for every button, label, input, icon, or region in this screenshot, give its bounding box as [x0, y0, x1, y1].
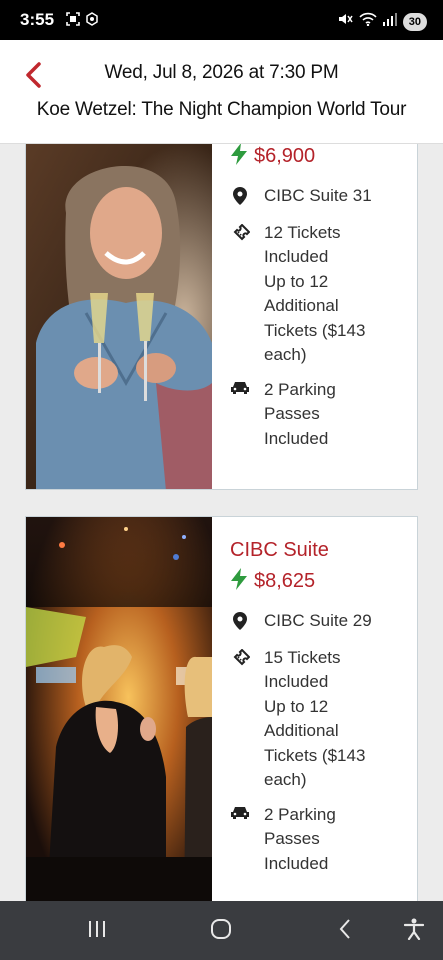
listing-location: CIBC Suite 29 [264, 611, 372, 630]
event-title: Koe Wetzel: The Night Champion World Tou… [36, 99, 407, 120]
location-pin-icon [230, 184, 250, 205]
listings-scroll[interactable]: $6,900 CIBC Suite 31 12 Tickets Included… [0, 144, 443, 901]
screenshot-icon [66, 12, 80, 26]
tickets-line: each) [264, 345, 307, 364]
listing-photo [26, 517, 212, 901]
tickets-line: 15 Tickets [264, 647, 341, 667]
car-icon [230, 803, 250, 820]
car-icon [230, 378, 250, 395]
accessibility-button[interactable] [394, 916, 434, 946]
home-icon [210, 918, 232, 945]
lightning-icon [230, 144, 248, 170]
parking-line: Passes [264, 404, 320, 423]
listing-price: $8,625 [254, 570, 316, 592]
suite-name: CIBC Suite [230, 539, 329, 561]
system-navigation-bar [0, 901, 443, 960]
ticket-icon [230, 221, 250, 244]
wifi-icon [359, 12, 377, 31]
lightning-icon [230, 568, 248, 595]
accessibility-icon [403, 918, 425, 945]
parking-line: 2 Parking [264, 379, 336, 399]
tickets-line: Included [264, 672, 329, 691]
back-nav-button[interactable] [325, 916, 365, 946]
back-arrow-icon [338, 918, 352, 945]
battery-indicator: 30 [402, 12, 427, 31]
tickets-line: Additional [264, 296, 339, 315]
ticket-icon [230, 646, 250, 669]
recent-apps-button[interactable] [77, 916, 117, 946]
location-pin-icon [230, 609, 250, 630]
parking-line: Included [264, 428, 329, 448]
suite-listing-card[interactable]: CIBC Suite $8,625 CIBC Suite 29 15 Ticke… [25, 516, 418, 901]
app-notification-icon [86, 12, 98, 26]
parking-line: Included [264, 853, 329, 873]
tickets-line: each) [264, 770, 307, 789]
status-time: 3:55 [20, 10, 55, 29]
tickets-line: Up to 12 [264, 271, 329, 291]
home-button[interactable] [201, 916, 241, 946]
tickets-line: 12 Tickets [264, 222, 341, 242]
event-date-time: Wed, Jul 8, 2026 at 7:30 PM [104, 62, 339, 83]
event-header: Wed, Jul 8, 2026 at 7:30 PM Koe Wetzel: … [0, 40, 443, 144]
parking-line: 2 Parking [264, 804, 336, 824]
mute-icon [337, 11, 353, 32]
signal-icon [382, 12, 397, 31]
tickets-line: Additional [264, 721, 339, 740]
listing-location: CIBC Suite 31 [264, 186, 372, 205]
recent-apps-icon [87, 920, 107, 943]
tickets-line: Tickets ($143 [264, 745, 366, 765]
tickets-line: Up to 12 [264, 696, 329, 716]
tickets-line: Included [264, 247, 329, 266]
parking-line: Passes [264, 829, 320, 848]
status-bar: 3:55 30 [0, 0, 443, 40]
listing-photo [26, 144, 212, 489]
suite-listing-card[interactable]: $6,900 CIBC Suite 31 12 Tickets Included… [25, 144, 418, 490]
listing-price: $6,900 [254, 145, 316, 167]
tickets-line: Tickets ($143 [264, 320, 366, 340]
